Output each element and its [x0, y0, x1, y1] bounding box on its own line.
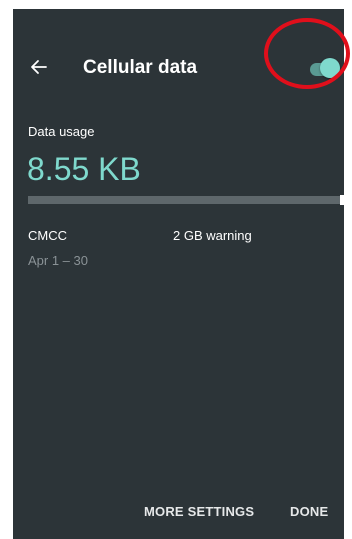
page-title: Cellular data [83, 57, 198, 78]
warning-marker [340, 195, 344, 205]
data-usage-label: Data usage [28, 124, 95, 139]
highlight-circle-annotation [264, 18, 350, 89]
back-button[interactable] [27, 55, 51, 79]
done-button[interactable]: DONE [290, 504, 328, 519]
billing-cycle-label: Apr 1 – 30 [28, 253, 88, 268]
arrow-left-icon [31, 60, 47, 74]
more-settings-button[interactable]: MORE SETTINGS [144, 504, 254, 519]
data-usage-value: 8.55 KB [27, 151, 141, 187]
warning-label: 2 GB warning [173, 228, 252, 243]
data-usage-bar [28, 195, 344, 205]
carrier-label: CMCC [28, 228, 67, 243]
cellular-data-dialog: Cellular data Data usage 8.55 KB CMCC 2 … [13, 9, 344, 539]
